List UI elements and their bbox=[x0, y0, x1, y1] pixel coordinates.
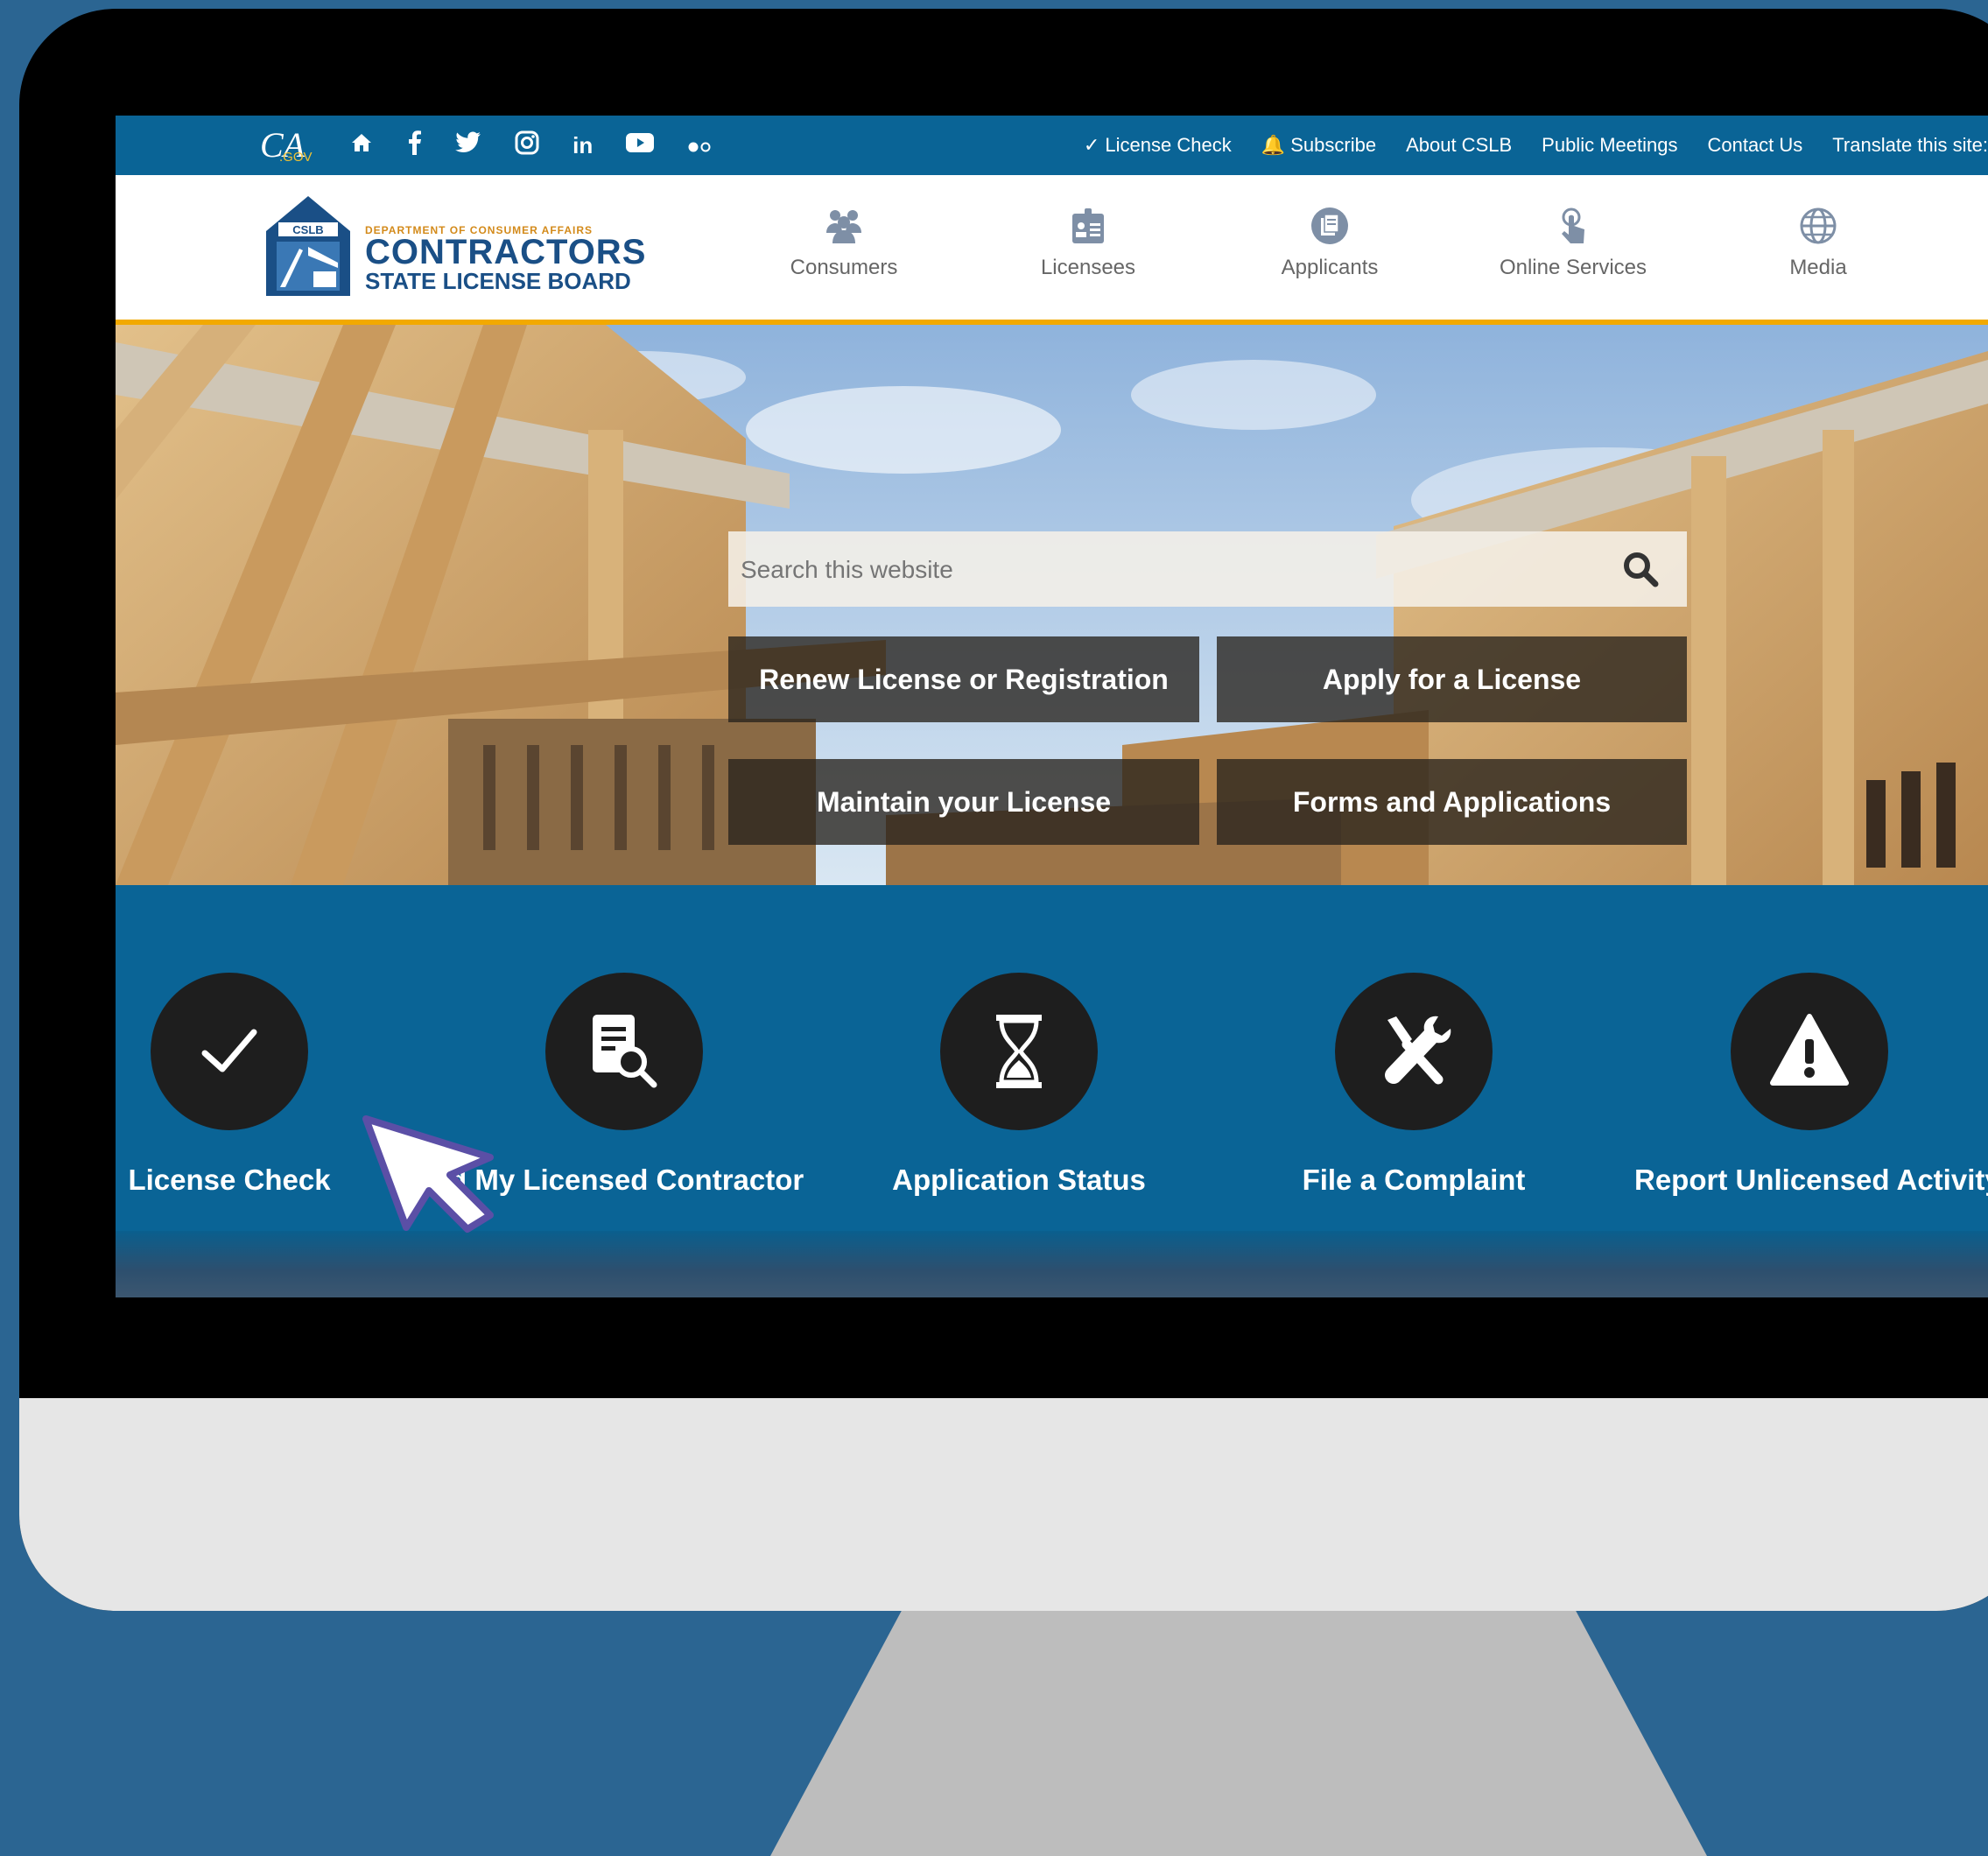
monitor-stand bbox=[770, 1611, 1707, 1856]
linkedin-icon[interactable]: in bbox=[573, 132, 593, 159]
top-link-about[interactable]: About CSLB bbox=[1406, 134, 1512, 157]
nav-applicants[interactable]: Applicants bbox=[1242, 207, 1417, 280]
search-icon[interactable] bbox=[1622, 551, 1661, 589]
top-link-license-check[interactable]: ✓ License Check bbox=[1084, 134, 1232, 157]
quick-link-application-status[interactable]: Application Status bbox=[844, 973, 1194, 1197]
document-icon bbox=[1311, 207, 1348, 244]
apply-license-button[interactable]: Apply for a License bbox=[1217, 636, 1687, 722]
flickr-icon[interactable] bbox=[687, 132, 712, 159]
facebook-icon[interactable] bbox=[406, 130, 422, 161]
document-search-icon bbox=[593, 1015, 657, 1088]
top-link-translate[interactable]: Translate this site: bbox=[1832, 134, 1988, 157]
top-link-contact[interactable]: Contact Us bbox=[1707, 134, 1802, 157]
youtube-icon[interactable] bbox=[626, 132, 655, 159]
touch-icon bbox=[1562, 207, 1584, 243]
brand-name: CONTRACTORS bbox=[365, 233, 647, 271]
instagram-icon[interactable] bbox=[515, 130, 539, 161]
forms-applications-button[interactable]: Forms and Applications bbox=[1217, 759, 1687, 845]
top-link-public-meetings[interactable]: Public Meetings bbox=[1542, 134, 1677, 157]
mouse-cursor-icon bbox=[362, 1115, 494, 1233]
globe-icon bbox=[1800, 207, 1837, 244]
quick-link-file-complaint[interactable]: File a Complaint bbox=[1239, 973, 1589, 1197]
hourglass-icon bbox=[996, 1015, 1042, 1088]
search-input[interactable] bbox=[739, 531, 1583, 608]
top-link-subscribe[interactable]: 🔔 Subscribe bbox=[1261, 134, 1376, 157]
ca-gov-logo[interactable]: CA .GOV bbox=[260, 128, 313, 165]
home-icon[interactable] bbox=[350, 131, 373, 160]
monitor-chin bbox=[19, 1398, 1988, 1611]
nav-media[interactable]: Media bbox=[1731, 207, 1906, 280]
nav-consumers[interactable]: Consumers bbox=[756, 207, 931, 280]
main-nav: CSLB DEPARTMENT OF CONSUMER AFFAIRS CONT… bbox=[116, 175, 1988, 325]
section-shadow bbox=[116, 1231, 1988, 1297]
brand-subtitle: STATE LICENSE BOARD bbox=[365, 268, 631, 294]
maintain-license-button[interactable]: Maintain your License bbox=[728, 759, 1199, 845]
tools-icon bbox=[1385, 1016, 1451, 1085]
warning-icon bbox=[1770, 1014, 1849, 1086]
cslb-logo[interactable]: CSLB DEPARTMENT OF CONSUMER AFFAIRS CONT… bbox=[264, 194, 676, 299]
id-card-icon bbox=[1072, 208, 1104, 243]
hero-banner: Renew License or Registration Apply for … bbox=[116, 325, 1988, 885]
cslb-house-icon: CSLB bbox=[266, 196, 350, 296]
nav-licensees[interactable]: Licensees bbox=[1001, 207, 1176, 280]
utility-bar: CA .GOV in ✓ License Check 🔔 Subscribe A… bbox=[116, 116, 1988, 175]
nav-online-services[interactable]: Online Services bbox=[1486, 207, 1661, 280]
svg-text:CSLB: CSLB bbox=[292, 223, 323, 236]
people-icon bbox=[826, 210, 861, 243]
checkmark-icon bbox=[201, 1029, 257, 1072]
twitter-icon[interactable] bbox=[455, 131, 481, 160]
renew-license-button[interactable]: Renew License or Registration bbox=[728, 636, 1199, 722]
search-bar bbox=[728, 531, 1687, 608]
quick-link-report-unlicensed[interactable]: Report Unlicensed Activity bbox=[1634, 973, 1988, 1197]
